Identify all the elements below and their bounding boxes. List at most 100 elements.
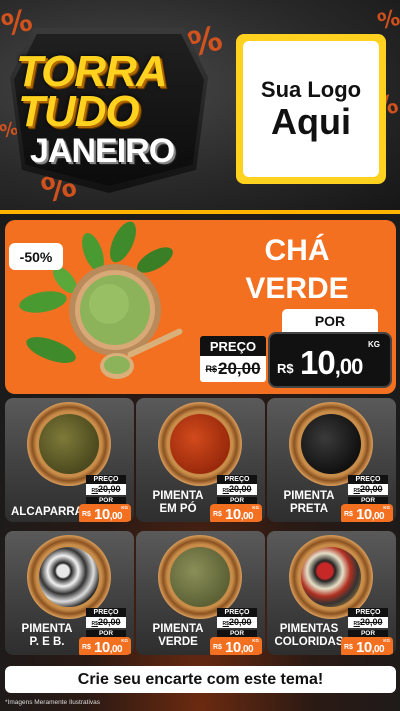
new-price-value: 10,00 xyxy=(356,639,385,655)
old-price-value: R$20,00 xyxy=(217,484,257,495)
product-name: PIMENTA EM PÓ xyxy=(142,490,214,516)
new-price-currency: R$ xyxy=(344,644,353,651)
price-unit: KG xyxy=(252,638,259,643)
product-name-line2: VERDE xyxy=(158,636,198,648)
product-name-line2: P. E B. xyxy=(29,636,65,648)
old-price-value: R$20,00 xyxy=(348,617,388,628)
new-price-currency: R$ xyxy=(82,644,91,651)
new-price-tag: R$ 10,00 KG xyxy=(341,504,393,522)
price-unit: KG xyxy=(368,340,380,349)
preco-label: PREÇO xyxy=(86,608,126,617)
price-unit: KG xyxy=(383,505,390,510)
product-card: PIMENTA VERDE PREÇO R$20,00 POR R$ 10,00… xyxy=(136,531,265,655)
preco-label: PREÇO xyxy=(217,608,257,617)
old-price-value: R$20,00 xyxy=(86,484,126,495)
new-price-currency: R$ xyxy=(344,511,353,518)
product-name-line1: ALCAPARRAS xyxy=(11,506,91,518)
featured-product-name: CHÁ VERDE xyxy=(232,232,362,308)
old-price-tag: PREÇO R$20,00 xyxy=(348,608,388,628)
product-name-line2: PRETA xyxy=(289,503,329,515)
product-name-line1: PIMENTA xyxy=(21,623,73,635)
product-name: PIMENTA VERDE xyxy=(142,623,214,649)
logo-placeholder-inner: Sua Logo Aqui xyxy=(243,41,379,177)
new-price-integer: 10 xyxy=(300,344,336,381)
product-card: PIMENTA P. E B. PREÇO R$20,00 POR R$ 10,… xyxy=(5,531,134,655)
new-price-tag: R$ 10,00 KG xyxy=(79,637,131,655)
old-price-currency: R$ xyxy=(205,364,217,374)
spice-contents xyxy=(39,414,99,474)
product-name-line1: PIMENTAS xyxy=(279,623,339,635)
preco-label: PREÇO xyxy=(348,475,388,484)
disclaimer-text: *Imagens Meramente Ilustrativas xyxy=(5,699,101,706)
new-price-currency: R$ xyxy=(82,511,91,518)
discount-badge: -50% xyxy=(9,243,63,270)
old-price-tag: PREÇO R$20,00 xyxy=(86,475,126,495)
product-name-line1: PIMENTA xyxy=(152,490,204,502)
preco-label: PREÇO xyxy=(86,475,126,484)
spice-contents xyxy=(301,414,361,474)
old-price-tag: PREÇO R$20,00 xyxy=(348,475,388,495)
new-price-currency: R$ xyxy=(213,511,222,518)
product-card: PIMENTA EM PÓ PREÇO R$20,00 POR R$ 10,00… xyxy=(136,398,265,522)
spice-contents xyxy=(301,547,361,607)
product-name-line1: PIMENTA xyxy=(152,623,204,635)
product-name-line2: EM PÓ xyxy=(159,503,197,515)
logo-placeholder: Sua Logo Aqui xyxy=(236,34,386,184)
new-price-value: 10,00 xyxy=(225,639,254,655)
new-price-tag: R$ 10,00 KG xyxy=(210,637,262,655)
new-price-tag: R$ 10,00 KG xyxy=(341,637,393,655)
old-price-tag: PREÇO R$20,00 xyxy=(217,475,257,495)
new-price-value: 10,00 xyxy=(225,506,254,522)
percent-decoration: % xyxy=(375,5,400,36)
new-price-tag: R$ 10,00 KG xyxy=(79,504,131,522)
spice-contents xyxy=(170,547,230,607)
old-price-value: R$20,00 xyxy=(217,617,257,628)
new-price-value: 10,00 xyxy=(94,506,123,522)
featured-name-line2: VERDE xyxy=(245,272,349,305)
new-price-value: 10,00 xyxy=(356,506,385,522)
product-card: PIMENTA PRETA PREÇO R$20,00 POR R$ 10,00… xyxy=(267,398,396,522)
spice-bowl-image xyxy=(27,402,111,486)
featured-new-price: KG R$ 10,00 xyxy=(268,332,392,388)
product-name-line2: COLORIDAS xyxy=(274,636,344,648)
title-line-janeiro: JANEIRO xyxy=(30,132,175,170)
spice-bowl-image xyxy=(158,535,242,619)
spice-bowl-image xyxy=(27,535,111,619)
new-price-currency: R$ xyxy=(277,361,294,376)
product-name: PIMENTA PRETA xyxy=(273,490,345,516)
new-price-cents: ,00 xyxy=(334,354,364,379)
title-line-tudo: TUDO xyxy=(18,87,140,136)
product-name: PIMENTA P. E B. xyxy=(11,623,83,649)
price-unit: KG xyxy=(121,505,128,510)
price-unit: KG xyxy=(121,638,128,643)
old-price-tag: PREÇO R$20,00 xyxy=(217,608,257,628)
new-price-currency: R$ xyxy=(213,644,222,651)
featured-old-price: R$ 20,00 xyxy=(200,356,266,382)
product-card: ALCAPARRAS PREÇO R$20,00 POR R$ 10,00 KG xyxy=(5,398,134,522)
product-card: PIMENTAS COLORIDAS PREÇO R$20,00 POR R$ … xyxy=(267,531,396,655)
preco-label: PREÇO xyxy=(200,336,266,356)
new-price-value: 10,00 xyxy=(94,639,123,655)
new-price-tag: R$ 10,00 KG xyxy=(210,504,262,522)
header-banner: % % % % % % TORRA TUDO JANEIRO Sua Logo … xyxy=(0,0,400,212)
spice-bowl-image xyxy=(289,402,373,486)
price-unit: KG xyxy=(383,638,390,643)
price-unit: KG xyxy=(252,505,259,510)
new-price-value: 10,00 xyxy=(300,344,364,382)
spice-contents xyxy=(170,414,230,474)
product-name-line1: PIMENTA xyxy=(283,490,335,502)
preco-label: PREÇO xyxy=(348,608,388,617)
product-name: ALCAPARRAS xyxy=(11,506,91,519)
old-price-value: R$20,00 xyxy=(86,617,126,628)
featured-name-line1: CHÁ xyxy=(264,234,330,267)
logo-text-line1: Sua Logo xyxy=(260,77,362,103)
old-price-tag: PREÇO R$20,00 xyxy=(86,608,126,628)
por-label: POR xyxy=(282,309,378,332)
old-price-value: 20,00 xyxy=(217,359,261,378)
old-price-value: R$20,00 xyxy=(348,484,388,495)
cta-button[interactable]: Crie seu encarte com este tema! xyxy=(5,666,396,693)
spice-bowl-image xyxy=(158,402,242,486)
product-name: PIMENTAS COLORIDAS xyxy=(273,623,345,649)
logo-text-line2: Aqui xyxy=(271,101,351,143)
spice-bowl-image xyxy=(289,535,373,619)
